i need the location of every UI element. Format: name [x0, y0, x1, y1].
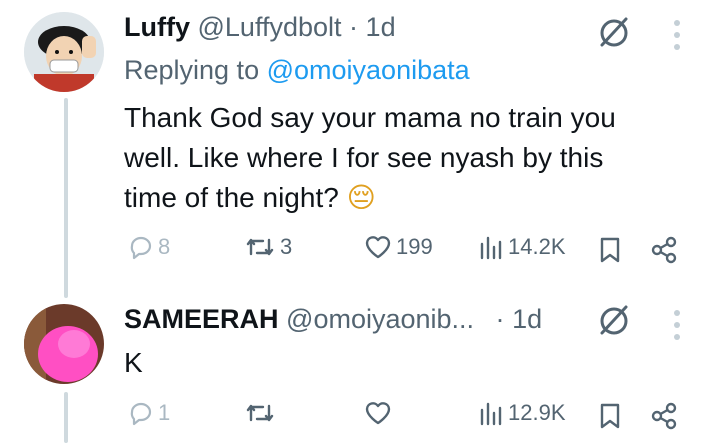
- views-button[interactable]: 12.9K: [478, 400, 566, 426]
- tweet-text: Thank God say your mama no train you wel…: [124, 98, 684, 218]
- reply-count: 8: [158, 234, 171, 259]
- heart-icon: [365, 236, 391, 259]
- replying-label: Replying to: [124, 55, 260, 85]
- thread-line-top: [64, 98, 68, 298]
- share-icon[interactable]: [650, 402, 678, 430]
- views-button[interactable]: 14.2K: [478, 234, 566, 260]
- tweet-text-line: well. Like where I for see nyash by this: [124, 142, 604, 173]
- avatar[interactable]: [24, 304, 104, 384]
- sameerah-avatar-image: [24, 304, 104, 384]
- speech-bubble-icon: [130, 236, 152, 260]
- reply-count: 1: [158, 400, 171, 425]
- tweet-text-line: Thank God say your mama no train you: [124, 102, 616, 133]
- avatar[interactable]: [24, 12, 104, 92]
- display-name[interactable]: SAMEERAH: [124, 304, 279, 334]
- reply-button[interactable]: 1: [128, 400, 170, 426]
- share-icon[interactable]: [650, 236, 678, 264]
- timestamp[interactable]: 1d: [366, 12, 396, 42]
- repost-button[interactable]: [244, 400, 276, 426]
- handle[interactable]: @Luffydbolt: [198, 12, 342, 42]
- thread-line-bottom: [64, 392, 68, 443]
- repost-count: 3: [280, 234, 293, 259]
- separator: ·: [349, 12, 359, 42]
- tweet-text: K: [124, 347, 143, 378]
- like-button[interactable]: 199: [364, 234, 433, 260]
- display-name[interactable]: Luffy: [124, 12, 190, 42]
- repost-button[interactable]: 3: [244, 234, 292, 260]
- bookmark-icon[interactable]: [598, 236, 622, 264]
- vertical-dots-icon[interactable]: [674, 310, 682, 340]
- vertical-dots-icon[interactable]: [674, 20, 682, 50]
- bookmark-icon[interactable]: [598, 402, 622, 430]
- timestamp[interactable]: 1d: [512, 304, 542, 334]
- like-button[interactable]: [364, 400, 392, 426]
- separator: ·: [495, 304, 505, 334]
- slashed-circle-icon[interactable]: [596, 14, 632, 50]
- speech-bubble-icon: [130, 402, 152, 426]
- replying-to-link[interactable]: @omoiyaonibata: [267, 55, 470, 85]
- bar-chart-icon: [480, 236, 502, 260]
- heart-icon: [365, 402, 391, 425]
- handle[interactable]: @omoiyaonib...: [286, 304, 474, 334]
- views-count: 12.9K: [508, 400, 566, 425]
- retweet-icon: [246, 238, 274, 256]
- slashed-circle-icon[interactable]: [596, 302, 632, 338]
- retweet-icon: [246, 404, 274, 422]
- tweet-text-line: time of the night?: [124, 182, 339, 213]
- luffy-avatar-image: [24, 12, 104, 92]
- pensive-emoji: 😔: [346, 181, 376, 214]
- like-count: 199: [396, 234, 433, 259]
- bar-chart-icon: [480, 402, 502, 426]
- views-count: 14.2K: [508, 234, 566, 259]
- reply-button[interactable]: 8: [128, 234, 170, 260]
